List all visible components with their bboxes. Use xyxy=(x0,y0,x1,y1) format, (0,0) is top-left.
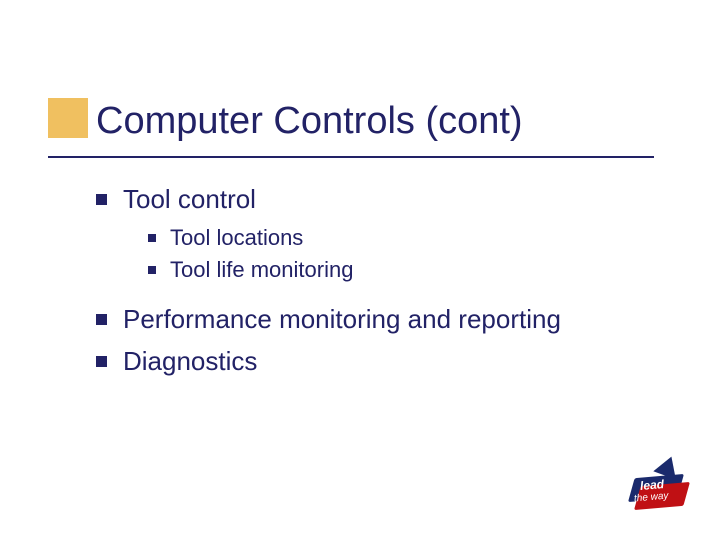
bullet-text: Tool control xyxy=(123,182,256,217)
sub-bullet-group: Tool locations Tool life monitoring xyxy=(148,223,656,284)
bullet-level1: Performance monitoring and reporting xyxy=(96,302,656,337)
bullet-level1: Diagnostics xyxy=(96,344,656,379)
square-bullet-icon xyxy=(96,194,107,205)
bullet-level2: Tool locations xyxy=(148,223,656,253)
bullet-text: Performance monitoring and reporting xyxy=(123,302,561,337)
bullet-text: Tool locations xyxy=(170,223,303,253)
title-accent-block xyxy=(48,98,88,138)
lead-the-way-logo: lead the way xyxy=(628,458,692,518)
slide-body: Tool control Tool locations Tool life mo… xyxy=(96,178,656,385)
square-bullet-icon xyxy=(96,314,107,325)
bullet-level1: Tool control xyxy=(96,182,656,217)
square-bullet-icon xyxy=(148,266,156,274)
square-bullet-icon xyxy=(96,356,107,367)
title-underline xyxy=(48,156,654,158)
bullet-level2: Tool life monitoring xyxy=(148,255,656,285)
slide-title: Computer Controls (cont) xyxy=(96,100,523,143)
square-bullet-icon xyxy=(148,234,156,242)
bullet-text: Tool life monitoring xyxy=(170,255,353,285)
bullet-text: Diagnostics xyxy=(123,344,257,379)
